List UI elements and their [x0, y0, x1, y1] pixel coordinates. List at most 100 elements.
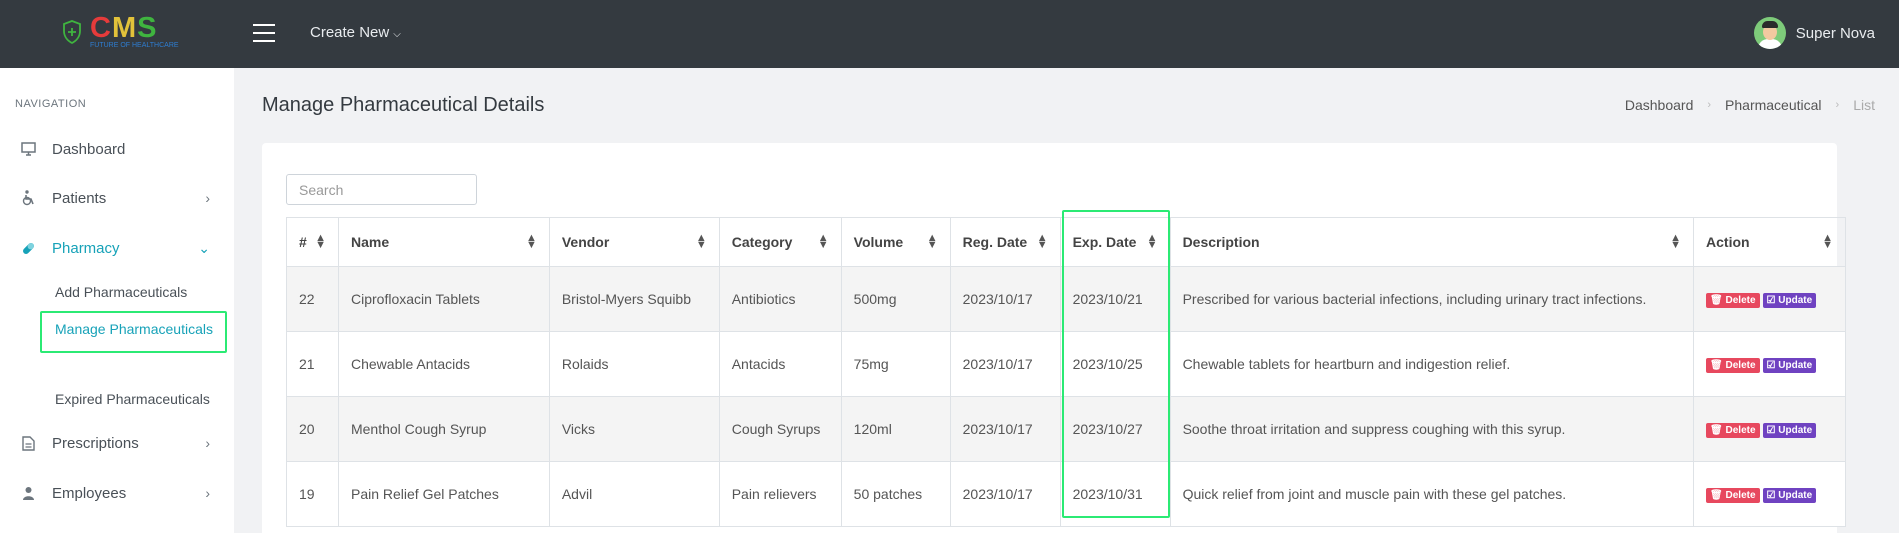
sidebar-item-label: Employees: [52, 484, 127, 502]
chevron-right-icon: ›: [205, 190, 210, 206]
cell-id: 22: [286, 266, 339, 332]
cell-volume: 50 patches: [840, 461, 951, 527]
cell-name: Chewable Antacids: [337, 331, 550, 397]
column-header-action[interactable]: Action ▲ ▼: [1693, 217, 1846, 267]
cell-exp-date: 2023/10/21: [1059, 266, 1171, 332]
cell-vendor: Vicks: [548, 396, 720, 462]
shield-plus-icon: [63, 20, 81, 44]
table-row: 21 Chewable Antacids Rolaids Antacids 75…: [286, 331, 1846, 397]
logo-tagline: FUTURE OF HEALTHCARE: [90, 42, 179, 49]
sidebar-item-dashboard[interactable]: Dashboard: [0, 134, 234, 164]
cell-category: Antibiotics: [718, 266, 842, 332]
monitor-icon: [20, 141, 36, 157]
sidebar-subitem-add-pharmaceuticals[interactable]: Add Pharmaceuticals: [55, 284, 187, 300]
cms-logo[interactable]: CMS FUTURE OF HEALTHCARE: [62, 12, 179, 54]
cell-id: 19: [286, 461, 339, 527]
breadcrumb: Dashboard › Pharmaceutical › List: [1625, 97, 1875, 113]
cell-category: Cough Syrups: [718, 396, 842, 462]
sidebar: NAVIGATION Dashboard Patients › Pharmacy…: [0, 68, 234, 533]
sidebar-item-employees[interactable]: Employees ›: [0, 478, 234, 508]
cell-name: Ciprofloxacin Tablets: [337, 266, 550, 332]
nav-header: NAVIGATION: [15, 98, 87, 110]
cell-reg-date: 2023/10/17: [949, 266, 1061, 332]
cell-id: 20: [286, 396, 339, 462]
sidebar-item-prescriptions[interactable]: Prescriptions ›: [0, 428, 234, 458]
user-name: Super Nova: [1795, 24, 1875, 42]
logo-wordmark: CMS: [90, 12, 158, 44]
column-header-category[interactable]: Category ▲ ▼: [718, 217, 842, 267]
cell-vendor: Bristol-Myers Squibb: [548, 266, 720, 332]
column-header-description[interactable]: Description ▲ ▼: [1169, 217, 1695, 267]
column-header-vendor[interactable]: Vendor ▲ ▼: [548, 217, 720, 267]
avatar: [1753, 17, 1786, 49]
delete-button[interactable]: 🗑 Delete: [1706, 423, 1760, 438]
column-header-volume[interactable]: Volume ▲ ▼: [840, 217, 951, 267]
user-icon: [20, 485, 36, 501]
sort-icon: ▲ ▼: [817, 232, 829, 251]
sidebar-item-patients[interactable]: Patients ›: [0, 183, 234, 213]
sort-icon: ▲ ▼: [926, 232, 938, 251]
table-row: 20 Menthol Cough Syrup Vicks Cough Syrup…: [286, 396, 1846, 462]
sidebar-item-pharmacy[interactable]: Pharmacy ⌄: [0, 233, 234, 263]
user-menu[interactable]: Super Nova: [1753, 17, 1875, 49]
cell-volume: 500mg: [840, 266, 951, 332]
sort-icon: ▲ ▼: [1036, 232, 1048, 251]
chevron-right-icon: ›: [1835, 99, 1840, 111]
cell-action: 🗑 Delete ☑ Update: [1693, 396, 1846, 462]
table-row: 22 Ciprofloxacin Tablets Bristol-Myers S…: [286, 266, 1846, 332]
cell-description: Prescribed for various bacterial infecti…: [1169, 266, 1695, 332]
sidebar-item-label: Prescriptions: [52, 434, 139, 452]
update-button[interactable]: ☑ Update: [1762, 293, 1817, 308]
wheelchair-icon: [20, 190, 36, 206]
sort-icon: ▲ ▼: [315, 232, 326, 251]
cell-reg-date: 2023/10/17: [949, 331, 1061, 397]
delete-button[interactable]: 🗑 Delete: [1706, 488, 1760, 503]
chevron-down-icon: ⌄: [198, 239, 210, 256]
update-button[interactable]: ☑ Update: [1762, 488, 1817, 503]
chevron-right-icon: ›: [1707, 99, 1712, 111]
cell-vendor: Rolaids: [548, 331, 720, 397]
cell-vendor: Advil: [548, 461, 720, 527]
chevron-down-icon: ⌵: [393, 29, 401, 40]
menu-toggle-icon[interactable]: [253, 24, 275, 42]
cell-action: 🗑 Delete ☑ Update: [1693, 266, 1846, 332]
cell-description: Chewable tablets for heartburn and indig…: [1169, 331, 1695, 397]
column-header-id[interactable]: # ▲ ▼: [286, 217, 339, 267]
sort-icon: ▲ ▼: [1822, 232, 1833, 251]
cell-description: Quick relief from joint and muscle pain …: [1169, 461, 1695, 527]
cell-exp-date: 2023/10/27: [1059, 396, 1171, 462]
top-navbar: CMS FUTURE OF HEALTHCARE Create New ⌵ Sup…: [0, 0, 1899, 68]
chevron-right-icon: ›: [205, 485, 210, 501]
sidebar-item-label: Patients: [52, 189, 107, 207]
update-button[interactable]: ☑ Update: [1762, 423, 1817, 438]
sidebar-item-label: Dashboard: [52, 140, 126, 158]
sort-icon: ▲ ▼: [1670, 232, 1682, 251]
sort-icon: ▲ ▼: [1146, 232, 1158, 251]
update-button[interactable]: ☑ Update: [1762, 358, 1817, 373]
pill-icon: [20, 240, 36, 256]
cell-description: Soothe throat irritation and suppress co…: [1169, 396, 1695, 462]
cell-name: Menthol Cough Syrup: [337, 396, 550, 462]
sidebar-subitem-expired-pharmaceuticals[interactable]: Expired Pharmaceuticals: [55, 391, 210, 407]
breadcrumb-dashboard[interactable]: Dashboard: [1625, 97, 1694, 113]
search-input[interactable]: [286, 174, 477, 205]
create-new-label: Create New: [310, 24, 390, 41]
delete-button[interactable]: 🗑 Delete: [1706, 293, 1760, 308]
breadcrumb-pharmaceutical[interactable]: Pharmaceutical: [1725, 97, 1822, 113]
sort-icon: ▲ ▼: [525, 232, 537, 251]
column-header-exp-date[interactable]: Exp. Date ▲ ▼: [1059, 217, 1171, 267]
delete-button[interactable]: 🗑 Delete: [1706, 358, 1760, 373]
column-header-reg-date[interactable]: Reg. Date ▲ ▼: [949, 217, 1061, 267]
cell-id: 21: [286, 331, 339, 397]
column-header-name[interactable]: Name ▲ ▼: [337, 217, 550, 267]
chevron-right-icon: ›: [205, 435, 210, 451]
cell-reg-date: 2023/10/17: [949, 396, 1061, 462]
file-icon: [20, 435, 36, 451]
page-title: Manage Pharmaceutical Details: [262, 94, 545, 116]
cell-exp-date: 2023/10/25: [1059, 331, 1171, 397]
cell-exp-date: 2023/10/31: [1059, 461, 1171, 527]
pharmaceuticals-table: # ▲ ▼ Name ▲ ▼ Vendor ▲ ▼ Category ▲ ▼ Volume ▲ ▼ …: [286, 217, 1846, 527]
sidebar-item-label: Pharmacy: [52, 239, 120, 257]
cell-category: Pain relievers: [718, 461, 842, 527]
create-new-dropdown[interactable]: Create New ⌵: [310, 24, 401, 41]
